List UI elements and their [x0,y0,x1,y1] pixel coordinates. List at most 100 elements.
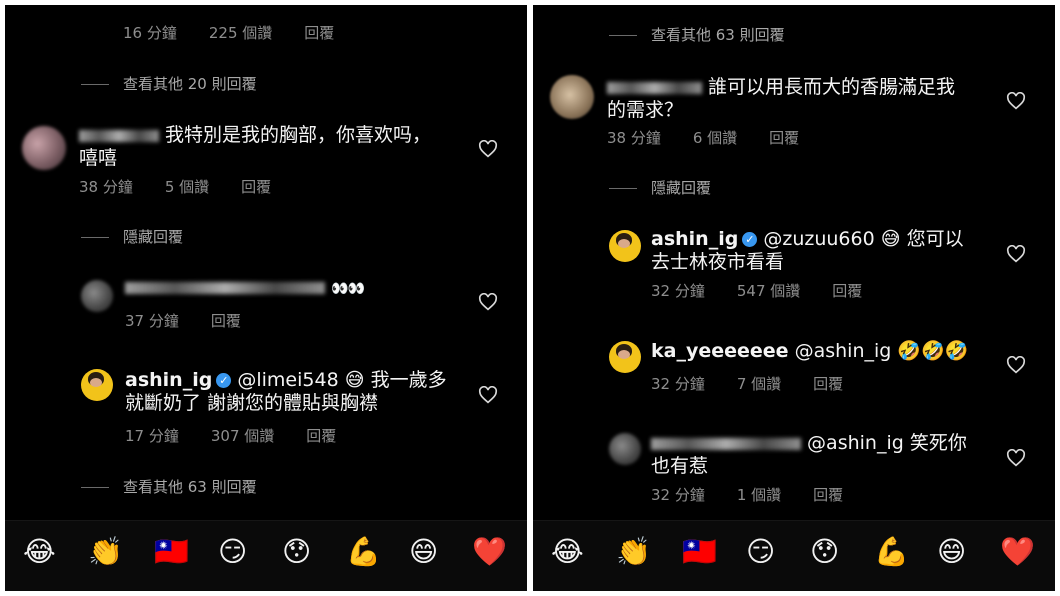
emoji-hushed-button[interactable]: 😯 [282,536,311,568]
emoji-taiwan-flag-button[interactable]: 🇹🇼 [682,536,717,568]
comment-likes[interactable]: 1 個讚 [737,486,781,504]
comment-time: 37 分鐘 [125,312,179,330]
comment-time: 17 分鐘 [125,427,179,445]
emoji-heart-button[interactable]: ❤️ [1000,536,1035,568]
view-more-replies[interactable]: 查看其他 63 則回覆 [609,24,785,45]
username[interactable]: ka_yeeeeeee [651,340,789,362]
avatar[interactable] [81,369,113,401]
comment-meta-row: 38 分鐘 5 個讚 回覆 [79,176,303,197]
eyes-emoji: 👀👀 [331,281,365,297]
view-more-label: 查看其他 63 則回覆 [123,478,257,496]
view-more-replies[interactable]: 查看其他 63 則回覆 [81,476,257,497]
reply-link[interactable]: 回覆 [832,282,862,300]
avatar[interactable] [22,126,66,170]
comment-body: 我特別是我的胸部，你喜欢吗， [79,124,431,147]
username[interactable]: ashin_ig [651,228,738,250]
emoji-hushed-button[interactable]: 😯 [810,536,839,568]
comment-likes[interactable]: 7 個讚 [737,375,781,393]
mention-link[interactable]: @zuzuu660 [763,228,874,250]
emoji-smirk-button[interactable]: 😏 [218,536,247,568]
view-more-replies[interactable]: 查看其他 20 則回覆 [81,73,257,94]
emoji-clap-button[interactable]: 👏 [88,536,123,568]
divider-line [81,237,109,238]
comment-meta-row: 16 分鐘 225 個讚 回覆 [123,22,366,43]
emoji-joy-button[interactable]: 😂 [23,536,56,568]
view-more-label: 查看其他 63 則回覆 [651,26,785,44]
comment-text-line1: 笑死你 [909,432,967,454]
comment-time: 32 分鐘 [651,375,705,393]
like-heart-icon[interactable] [478,140,498,158]
divider-line [81,84,109,85]
comment-likes[interactable]: 6 個讚 [693,129,737,147]
redacted-username[interactable] [651,437,801,450]
comment-time: 38 分鐘 [79,178,133,196]
emoji-joy-button[interactable]: 😂 [551,536,584,568]
username[interactable]: ashin_ig [125,369,212,391]
like-heart-icon[interactable] [1006,449,1026,467]
emoji: 🤣🤣🤣 [897,340,969,362]
reply-link[interactable]: 回覆 [306,427,336,445]
emoji-heart-button[interactable]: ❤️ [472,536,507,568]
comment-likes[interactable]: 307 個讚 [211,427,274,445]
reply-link[interactable]: 回覆 [813,486,843,504]
emoji-taiwan-flag-button[interactable]: 🇹🇼 [154,536,189,568]
redacted-username[interactable] [79,129,159,142]
avatar[interactable] [609,341,641,373]
redacted-username[interactable] [125,281,325,294]
comment-text-line2: 的需求？ [607,99,684,121]
view-more-label: 查看其他 20 則回覆 [123,75,257,93]
reply-link[interactable]: 回覆 [241,178,271,196]
reply-link[interactable]: 回覆 [211,312,241,330]
mention-link[interactable]: @limei548 [237,369,338,391]
comment-text-line2: 去士林夜市看看 [651,251,785,273]
verified-badge-icon: ✓ [742,232,758,247]
avatar[interactable] [81,280,113,312]
comment-body: ashin_ig ✓ @limei548 😅 我一歲多 [125,369,447,392]
comment-text-line2: 嘻嘻 [79,147,118,169]
emoji-grin-button[interactable]: 😄 [937,536,966,568]
avatar[interactable] [609,433,641,465]
comment-time: 32 分鐘 [651,282,705,300]
comment-text-line1: 誰可以用長而大的香腸滿足我 [708,76,956,98]
verified-badge-icon: ✓ [216,373,232,388]
comment-likes[interactable]: 547 個讚 [737,282,800,300]
redacted-username[interactable] [607,81,702,94]
emoji: 😅 [344,369,365,391]
hide-replies[interactable]: 隱藏回覆 [81,226,183,247]
like-heart-icon[interactable] [478,386,498,404]
comment-time: 32 分鐘 [651,486,705,504]
comment-body: 👀👀 [125,276,365,301]
comment-body: @ashin_ig 笑死你 [651,432,967,455]
comment-text-line2: 也有惹 [651,455,709,477]
emoji-muscle-button[interactable]: 💪 [346,536,381,568]
avatar[interactable] [550,75,594,119]
quick-reaction-bar: 😂 👏 🇹🇼 😏 😯 💪 😄 ❤️ [5,520,527,591]
divider-line [609,188,637,189]
reply-link[interactable]: 回覆 [304,24,334,42]
comment-time: 16 分鐘 [123,24,177,42]
mention-link[interactable]: @ashin_ig [807,432,904,454]
emoji-smirk-button[interactable]: 😏 [746,536,775,568]
mention-link[interactable]: @ashin_ig [795,340,892,362]
avatar[interactable] [609,230,641,262]
emoji-clap-button[interactable]: 👏 [616,536,651,568]
reply-link[interactable]: 回覆 [769,129,799,147]
like-heart-icon[interactable] [1006,245,1026,263]
like-heart-icon[interactable] [1006,92,1026,110]
comment-body: ka_yeeeeeee @ashin_ig 🤣🤣🤣 [651,340,968,363]
comment-body: ashin_ig ✓ @zuzuu660 😅 您可以 [651,228,964,251]
comment-likes[interactable]: 225 個讚 [209,24,272,42]
comment-meta-row: 38 分鐘 6 個讚 回覆 [607,127,831,148]
divider-line [81,487,109,488]
emoji-muscle-button[interactable]: 💪 [874,536,909,568]
comment-meta-row: 32 分鐘 1 個讚 回覆 [651,484,875,505]
hide-replies[interactable]: 隱藏回覆 [609,177,711,198]
comment-meta-row: 37 分鐘 回覆 [125,310,273,331]
comment-text-line1: 我一歲多 [370,369,447,391]
like-heart-icon[interactable] [1006,356,1026,374]
emoji-grin-button[interactable]: 😄 [409,536,438,568]
like-heart-icon[interactable] [478,293,498,311]
reply-link[interactable]: 回覆 [813,375,843,393]
comment-likes[interactable]: 5 個讚 [165,178,209,196]
comment-meta-row: 32 分鐘 547 個讚 回覆 [651,280,894,301]
